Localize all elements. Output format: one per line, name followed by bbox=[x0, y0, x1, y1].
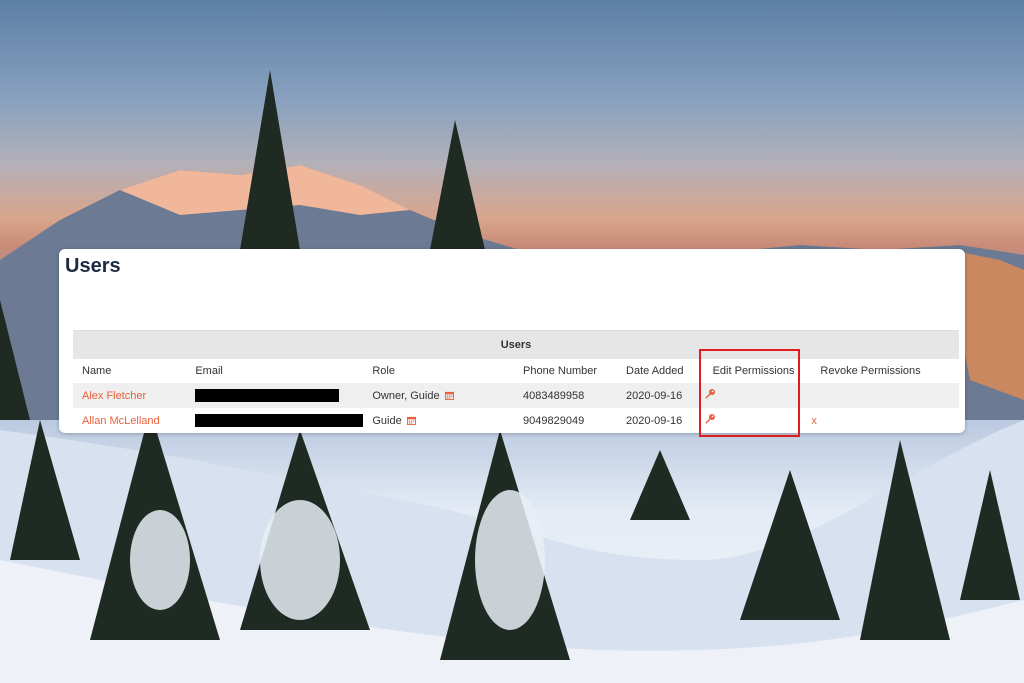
calendar-icon[interactable] bbox=[444, 391, 454, 400]
column-header-date-added: Date Added bbox=[626, 365, 684, 377]
user-date-added: 2020-09-16 bbox=[617, 383, 704, 408]
calendar-icon[interactable] bbox=[406, 416, 416, 425]
table-caption: Users bbox=[73, 330, 959, 359]
column-header-phone: Phone Number bbox=[523, 365, 598, 377]
key-icon[interactable] bbox=[704, 413, 716, 425]
redacted-email bbox=[195, 414, 364, 427]
column-header-revoke-permissions: Revoke Permissions bbox=[820, 365, 921, 377]
table-row: Allan McLelland Guide 9049829049 2020-09… bbox=[73, 408, 959, 433]
user-name-link[interactable]: Alex Fletcher bbox=[82, 390, 146, 402]
table-row: Alex Fletcher Owner, Guide 4083489958 20… bbox=[73, 383, 959, 408]
redacted-email bbox=[195, 389, 340, 402]
column-header-name: Name bbox=[82, 365, 112, 377]
users-panel: Users Users Name Email Role Phone Number… bbox=[59, 249, 965, 433]
column-header-email: Email bbox=[195, 365, 223, 377]
user-role: Guide bbox=[372, 414, 402, 427]
user-date-added: 2020-09-16 bbox=[626, 414, 683, 427]
users-table: Users Name Email Role Phone Number Date … bbox=[73, 330, 959, 433]
user-name-link[interactable]: Allan McLelland bbox=[82, 415, 160, 427]
key-icon[interactable] bbox=[704, 388, 716, 400]
revoke-button[interactable]: x bbox=[811, 415, 817, 427]
user-phone: 4083489958 bbox=[514, 383, 618, 408]
user-role: Owner, Guide bbox=[372, 389, 440, 402]
page-title: Users bbox=[65, 255, 121, 277]
column-header-role: Role bbox=[372, 365, 395, 377]
column-header-edit-permissions: Edit Permissions bbox=[712, 365, 795, 377]
user-phone: 9049829049 bbox=[523, 414, 585, 427]
